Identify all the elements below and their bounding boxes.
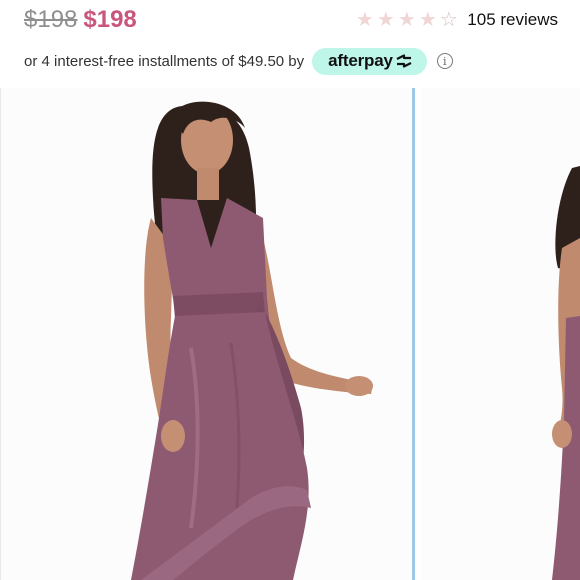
star-icon: ★ xyxy=(397,9,416,31)
product-photo-main[interactable] xyxy=(0,88,411,580)
price-row: $198 $198 xyxy=(24,4,137,36)
afterpay-arrows-icon xyxy=(396,54,412,68)
afterpay-badge[interactable]: afterpay xyxy=(312,47,427,75)
model-in-dress-illustration xyxy=(552,166,580,580)
star-icon: ★ xyxy=(376,9,395,31)
info-icon[interactable]: i xyxy=(436,53,453,69)
afterpay-logo-text: afterpay xyxy=(328,51,393,70)
installments-text: or 4 interest-free installments of $49.5… xyxy=(24,52,305,70)
installments-row: or 4 interest-free installments of $49.5… xyxy=(24,47,453,75)
star-outline-icon: ☆ xyxy=(439,9,458,31)
star-icon: ★ xyxy=(418,9,437,31)
product-image-gallery[interactable] xyxy=(0,88,580,580)
star-icon: ★ xyxy=(355,9,374,31)
gallery-divider xyxy=(412,88,415,580)
model-in-dress-illustration xyxy=(131,101,373,580)
reviews-count-link[interactable]: 105 reviews xyxy=(467,10,558,30)
original-price: $198 xyxy=(24,6,78,33)
rating-summary[interactable]: ★ ★ ★ ★ ☆ 105 reviews xyxy=(354,6,558,34)
product-photo-next[interactable] xyxy=(422,88,580,580)
sale-price: $198 xyxy=(83,6,137,33)
